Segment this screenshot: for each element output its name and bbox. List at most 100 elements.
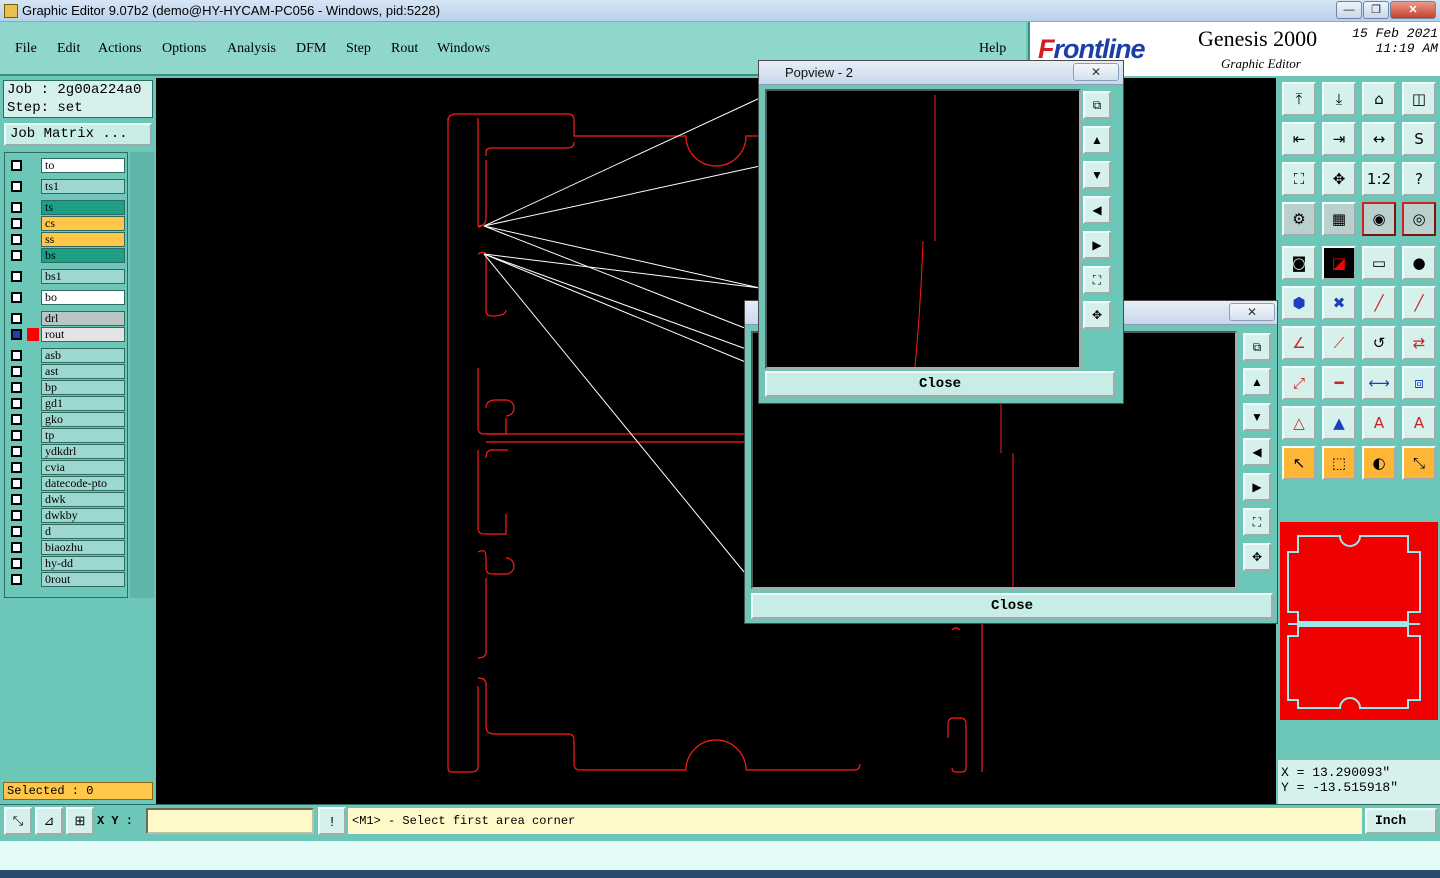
pan-down-icon[interactable]: ⤓ [1322,82,1356,116]
layer-name[interactable]: ss [41,232,125,247]
snap-mode-icon[interactable]: ⤡ [4,807,32,835]
layer-name[interactable]: bs [41,248,125,263]
layer-checkbox[interactable] [11,542,22,553]
pv2-pan-right-icon[interactable]: ▶ [1243,473,1271,501]
layer-checkbox[interactable] [11,382,22,393]
popview-1-view[interactable] [765,89,1081,369]
layer-name[interactable]: bo [41,290,125,305]
layer-checkbox[interactable] [11,510,22,521]
color-fill-icon[interactable]: ◪ [1322,246,1356,280]
pv1-zoom-fit-icon[interactable]: ⛶ [1083,266,1111,294]
triangle-icon[interactable]: △ [1282,406,1316,440]
pad-icon[interactable]: ● [1402,246,1436,280]
help-icon[interactable]: ? [1402,162,1436,196]
menu-dfm[interactable]: DFM [296,41,326,57]
xy-input[interactable] [146,808,314,834]
layer-name[interactable]: dwkby [41,508,125,523]
menu-file[interactable]: File [15,41,37,57]
zoom-center-icon[interactable]: ✥ [1322,162,1356,196]
one-to-one-icon[interactable]: 1:2 [1362,162,1396,196]
layer-name[interactable]: gd1 [41,396,125,411]
pointer-select-icon[interactable]: ⬚ [1322,446,1356,480]
layer-name[interactable]: 0rout [41,572,125,587]
select-pad-icon[interactable]: ◙ [1282,246,1316,280]
popview-2-close-button[interactable]: Close [751,593,1273,619]
popview-2-close-x[interactable]: ✕ [1229,303,1275,321]
flip-icon[interactable]: ⇄ [1402,326,1436,360]
move-icon[interactable]: ⤢ [1282,366,1316,400]
angle-icon[interactable]: ∠ [1282,326,1316,360]
layer-checkbox[interactable] [11,250,22,261]
pv2-pan-up-icon[interactable]: ▲ [1243,368,1271,396]
maximize-button[interactable]: ❐ [1363,1,1389,19]
menu-edit[interactable]: Edit [57,41,80,57]
layer-name[interactable]: ydkdrl [41,444,125,459]
layer-checkbox[interactable] [11,574,22,585]
layer-name[interactable]: hy-dd [41,556,125,571]
unit-selector[interactable]: Inch [1365,808,1437,834]
menu-windows[interactable]: Windows [437,41,490,57]
layer-checkbox[interactable] [11,313,22,324]
pv1-zoom-home-icon[interactable]: ⧉ [1083,91,1111,119]
tools-icon[interactable]: ⚙ [1282,202,1316,236]
undo-icon[interactable]: ↺ [1362,326,1396,360]
layer-checkbox[interactable] [11,478,22,489]
menu-actions[interactable]: Actions [98,41,142,57]
layer-name[interactable]: tp [41,428,125,443]
pv2-pan-down-icon[interactable]: ▼ [1243,403,1271,431]
layer-checkbox[interactable] [11,234,22,245]
split-view-icon[interactable]: ◫ [1402,82,1436,116]
minus-icon[interactable]: ━ [1322,366,1356,400]
layer-checkbox[interactable] [11,398,22,409]
menu-rout[interactable]: Rout [391,41,418,57]
layer-name[interactable]: gko [41,412,125,427]
pv1-zoom-out-icon[interactable]: ✥ [1083,301,1111,329]
zoom-fit-icon[interactable]: ⛶ [1282,162,1316,196]
pointer-icon[interactable]: ↖ [1282,446,1316,480]
pv2-pan-left-icon[interactable]: ◀ [1243,438,1271,466]
layer-checkbox[interactable] [11,160,22,171]
layer-name[interactable]: d [41,524,125,539]
layer-checkbox[interactable] [11,494,22,505]
layer-checkbox[interactable] [11,202,22,213]
line-draw-icon[interactable]: ╱ [1362,286,1396,320]
layer-name[interactable]: cs [41,216,125,231]
menu-analysis[interactable]: Analysis [227,41,276,57]
pan-right-icon[interactable]: ⇥ [1322,122,1356,156]
menu-help[interactable]: Help [979,41,1006,57]
layer-name[interactable]: ts [41,200,125,215]
shapes-icon[interactable]: ⧈ [1402,366,1436,400]
pointer-rotate-icon[interactable]: ◐ [1362,446,1396,480]
pv1-pan-right-icon[interactable]: ▶ [1083,231,1111,259]
layer-name[interactable]: cvia [41,460,125,475]
layer-checkbox[interactable] [11,558,22,569]
snap-icon[interactable]: S [1402,122,1436,156]
pv2-zoom-out-icon[interactable]: ✥ [1243,543,1271,571]
line-draw-2-icon[interactable]: ╱ [1402,286,1436,320]
layer-checkbox[interactable] [11,526,22,537]
overview-minimap[interactable] [1280,522,1438,720]
grid-snap-icon[interactable]: ⊞ [66,807,94,835]
job-matrix-button[interactable]: Job Matrix ... [4,123,152,146]
layer-name[interactable]: datecode-pto [41,476,125,491]
layer-name[interactable]: ts1 [41,179,125,194]
layer-name[interactable]: asb [41,348,125,363]
layers-toggle-2-icon[interactable]: ◎ [1402,202,1436,236]
layer-checkbox[interactable] [11,350,22,361]
popview-1-close-x[interactable]: ✕ [1073,63,1119,81]
triangle-2-icon[interactable]: ▲ [1322,406,1356,440]
close-window-button[interactable]: ✕ [1390,1,1436,19]
layer-checkbox[interactable] [11,271,22,282]
layers-toggle-icon[interactable]: ◉ [1362,202,1396,236]
layer-checkbox[interactable] [11,366,22,377]
home-view-icon[interactable]: ⌂ [1362,82,1396,116]
cross-icon[interactable]: ✖ [1322,286,1356,320]
triangle-4-icon[interactable]: A [1402,406,1436,440]
triangle-3-icon[interactable]: A [1362,406,1396,440]
pv2-zoom-fit-icon[interactable]: ⛶ [1243,508,1271,536]
ruler-icon[interactable]: ▭ [1362,246,1396,280]
alert-icon[interactable]: ! [318,807,346,835]
measure-icon[interactable]: ⟷ [1362,366,1396,400]
layer-checkbox[interactable] [11,430,22,441]
layer-checkbox[interactable] [11,181,22,192]
